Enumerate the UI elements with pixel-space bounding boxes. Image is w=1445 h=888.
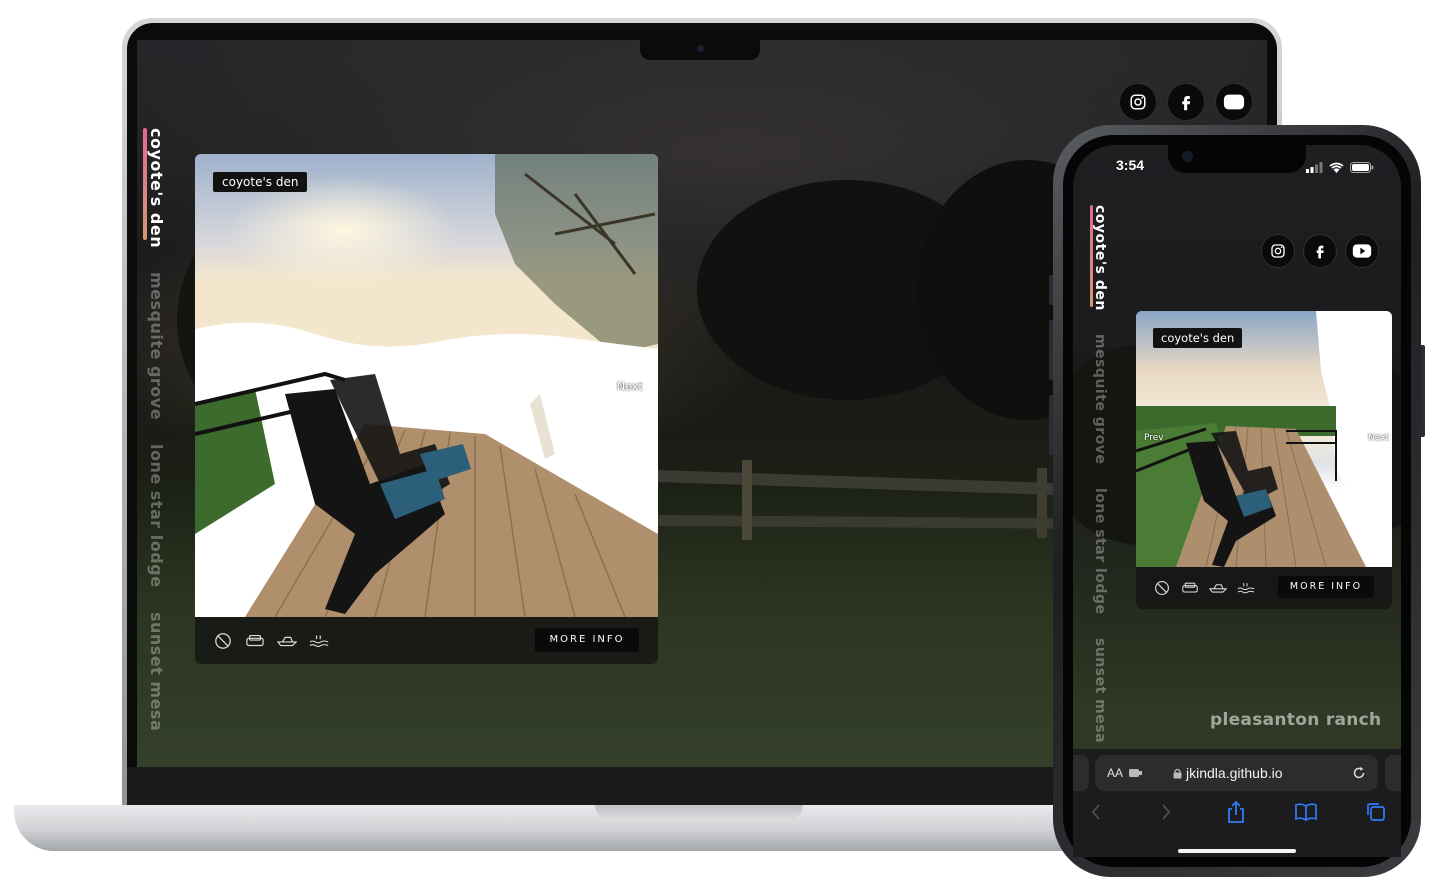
nav-item-lone-star-lodge[interactable]: lone star lodge xyxy=(1092,488,1108,614)
youtube-icon[interactable] xyxy=(1345,234,1379,268)
back-arrow-icon[interactable] xyxy=(1084,800,1108,824)
camera-icon xyxy=(697,45,704,52)
nav-item-sunset-mesa[interactable]: sunset mesa xyxy=(1092,638,1108,743)
property-name-tag: coyote's den xyxy=(213,172,308,192)
device-mockup-stage: coyote's den mesquite grove lone star lo… xyxy=(0,0,1445,888)
laptop-base xyxy=(14,805,1164,851)
reload-icon[interactable] xyxy=(1352,766,1366,780)
nav-item-coyotes-den[interactable]: coyote's den xyxy=(147,128,166,248)
laptop-opening-groove xyxy=(595,805,803,819)
battery-icon xyxy=(1350,160,1374,178)
ranch-name: pleasanton ranch xyxy=(1210,710,1382,730)
next-photo-link[interactable]: Next xyxy=(1362,433,1392,443)
nav-item-mesquite-grove[interactable]: mesquite grove xyxy=(147,272,166,420)
property-photo: coyote's den Next xyxy=(195,154,658,617)
social-links xyxy=(1119,83,1253,121)
deck-scene-illustration xyxy=(195,154,658,617)
boat-icon xyxy=(1208,578,1228,598)
browser-bottom-toolbar xyxy=(1073,800,1401,830)
next-photo-link[interactable]: Next xyxy=(617,380,643,393)
sofa-icon xyxy=(245,631,265,651)
address-bar[interactable]: AA jkindla.github.io xyxy=(1095,755,1378,791)
url-text[interactable]: jkindla.github.io xyxy=(1186,765,1283,781)
cellular-signal-icon xyxy=(1306,160,1323,178)
more-info-button[interactable]: MORE INFO xyxy=(1278,576,1374,598)
hot-tub-icon xyxy=(1236,578,1256,598)
vertical-property-nav: coyote's den mesquite grove lone star lo… xyxy=(147,128,166,731)
lock-icon xyxy=(1173,768,1182,779)
extension-icon[interactable] xyxy=(1129,768,1143,778)
property-card: coyote's den Next MORE INFO xyxy=(195,154,658,664)
previous-tab-peek[interactable] xyxy=(1073,755,1089,791)
instagram-icon[interactable] xyxy=(1261,234,1295,268)
no-smoking-icon xyxy=(213,631,233,651)
tabs-icon[interactable] xyxy=(1364,800,1388,824)
forward-arrow-icon[interactable] xyxy=(1154,800,1178,824)
share-icon[interactable] xyxy=(1224,800,1248,824)
property-photo: coyote's den Prev Next xyxy=(1136,311,1392,567)
no-smoking-icon xyxy=(1152,578,1172,598)
status-icons xyxy=(1306,160,1374,178)
home-indicator[interactable] xyxy=(1178,849,1296,853)
phone-notch xyxy=(1168,145,1306,173)
nav-item-sunset-mesa[interactable]: sunset mesa xyxy=(147,612,166,731)
property-name-tag: coyote's den xyxy=(1153,328,1243,348)
property-card: coyote's den Prev Next MORE INFO xyxy=(1136,311,1392,609)
camera-icon xyxy=(1182,151,1193,162)
next-tab-peek[interactable] xyxy=(1385,755,1401,791)
sofa-icon xyxy=(1180,578,1200,598)
hot-tub-icon xyxy=(309,631,329,651)
vertical-property-nav: coyote's den mesquite grove lone star lo… xyxy=(1092,205,1108,743)
nav-item-lone-star-lodge[interactable]: lone star lodge xyxy=(147,444,166,587)
nav-item-coyotes-den[interactable]: coyote's den xyxy=(1092,205,1108,311)
social-links xyxy=(1261,234,1379,268)
facebook-icon[interactable] xyxy=(1303,234,1337,268)
youtube-icon[interactable] xyxy=(1215,83,1253,121)
bookmarks-icon[interactable] xyxy=(1294,800,1318,824)
boat-icon xyxy=(277,631,297,651)
deck-scene-illustration xyxy=(1136,311,1392,567)
instagram-icon[interactable] xyxy=(1119,83,1157,121)
prev-photo-link[interactable]: Prev xyxy=(1144,433,1164,443)
status-time: 3:54 xyxy=(1116,157,1145,173)
wifi-icon xyxy=(1329,160,1344,178)
facebook-icon[interactable] xyxy=(1167,83,1205,121)
nav-item-mesquite-grove[interactable]: mesquite grove xyxy=(1092,334,1108,464)
text-size-button[interactable]: AA xyxy=(1107,766,1123,780)
laptop-camera-notch xyxy=(640,40,760,60)
more-info-button[interactable]: MORE INFO xyxy=(535,628,639,652)
